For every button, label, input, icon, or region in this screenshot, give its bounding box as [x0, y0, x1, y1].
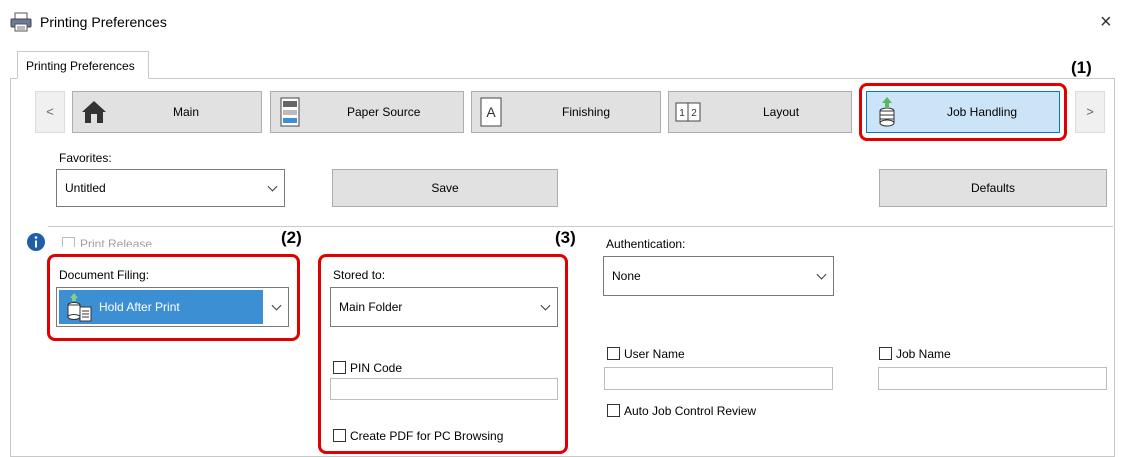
pin-code-field[interactable]: [330, 378, 558, 400]
create-pdf-checkbox[interactable]: [333, 429, 346, 442]
user-name-checkbox[interactable]: [607, 347, 620, 360]
job-name-field[interactable]: [878, 367, 1107, 390]
job-handling-icon: [877, 96, 897, 131]
chevron-down-icon: [540, 300, 551, 311]
svg-text:1: 1: [679, 108, 685, 119]
title-bar: [0, 0, 1125, 48]
close-button[interactable]: ×: [1100, 12, 1112, 32]
layout-icon: 1 2: [675, 102, 701, 125]
svg-text:A: A: [486, 104, 496, 120]
defaults-button[interactable]: Defaults: [879, 169, 1107, 207]
nav-job-handling-button[interactable]: Job Handling: [866, 91, 1060, 133]
stored-to-value: Main Folder: [339, 300, 403, 314]
nav-paper-source-label: Paper Source: [347, 105, 421, 119]
nav-layout-label: Layout: [763, 105, 800, 119]
finishing-icon: A: [480, 97, 502, 130]
document-filing-label: Document Filing:: [59, 268, 150, 282]
authentication-label: Authentication:: [606, 237, 686, 251]
auto-job-control-checkbox[interactable]: [607, 404, 620, 417]
create-pdf-label: Create PDF for PC Browsing: [350, 429, 504, 443]
favorites-select[interactable]: Untitled: [56, 169, 285, 207]
print-release-row[interactable]: Print Release: [62, 234, 562, 247]
favorites-label: Favorites:: [59, 151, 112, 165]
chevron-down-icon: [271, 300, 282, 311]
print-release-label: Print Release: [80, 237, 153, 247]
nav-prev-button[interactable]: <: [35, 91, 65, 133]
nav-main-label: Main: [173, 105, 200, 119]
callout-3: (3): [555, 228, 576, 247]
authentication-value: None: [612, 269, 641, 283]
auto-job-control-label: Auto Job Control Review: [624, 404, 757, 418]
nav-paper-source-button[interactable]: Paper Source: [270, 91, 464, 133]
pin-code-checkbox[interactable]: [333, 361, 346, 374]
paper-tray-icon: [279, 97, 301, 130]
authentication-select[interactable]: None: [603, 256, 834, 296]
callout-2: (2): [281, 228, 302, 247]
info-icon: [27, 233, 45, 251]
nav-job-handling-label: Job Handling: [947, 105, 1018, 119]
stored-to-select[interactable]: Main Folder: [330, 287, 558, 327]
nav-next-button[interactable]: >: [1075, 91, 1105, 133]
user-name-field[interactable]: [604, 367, 833, 390]
pin-code-label: PIN Code: [350, 361, 403, 375]
callout-1: (1): [1071, 58, 1092, 77]
print-release-checkbox[interactable]: [62, 237, 75, 247]
save-button[interactable]: Save: [332, 169, 558, 207]
job-name-label: Job Name: [896, 347, 951, 361]
section-divider: [48, 226, 1113, 227]
printer-icon: [10, 12, 32, 32]
callout-3-highlight: [318, 254, 568, 454]
document-filing-select[interactable]: Hold After Print: [56, 287, 289, 327]
nav-finishing-button[interactable]: A Finishing: [471, 91, 661, 133]
chevron-down-icon: [267, 181, 278, 192]
document-filing-value: Hold After Print: [99, 300, 180, 314]
nav-main-button[interactable]: Main: [72, 91, 262, 133]
tab-printing-preferences[interactable]: Printing Preferences: [17, 51, 149, 79]
chevron-down-icon: [816, 269, 827, 280]
hold-document-icon: [65, 292, 93, 327]
svg-text:2: 2: [691, 108, 697, 119]
nav-finishing-label: Finishing: [562, 105, 611, 119]
user-name-label: User Name: [624, 347, 685, 361]
window-title: Printing Preferences: [40, 14, 167, 30]
favorites-value: Untitled: [65, 181, 106, 195]
home-icon: [81, 99, 107, 128]
nav-layout-button[interactable]: 1 2 Layout: [668, 91, 852, 133]
job-name-checkbox[interactable]: [879, 347, 892, 360]
stored-to-label: Stored to:: [333, 268, 386, 282]
